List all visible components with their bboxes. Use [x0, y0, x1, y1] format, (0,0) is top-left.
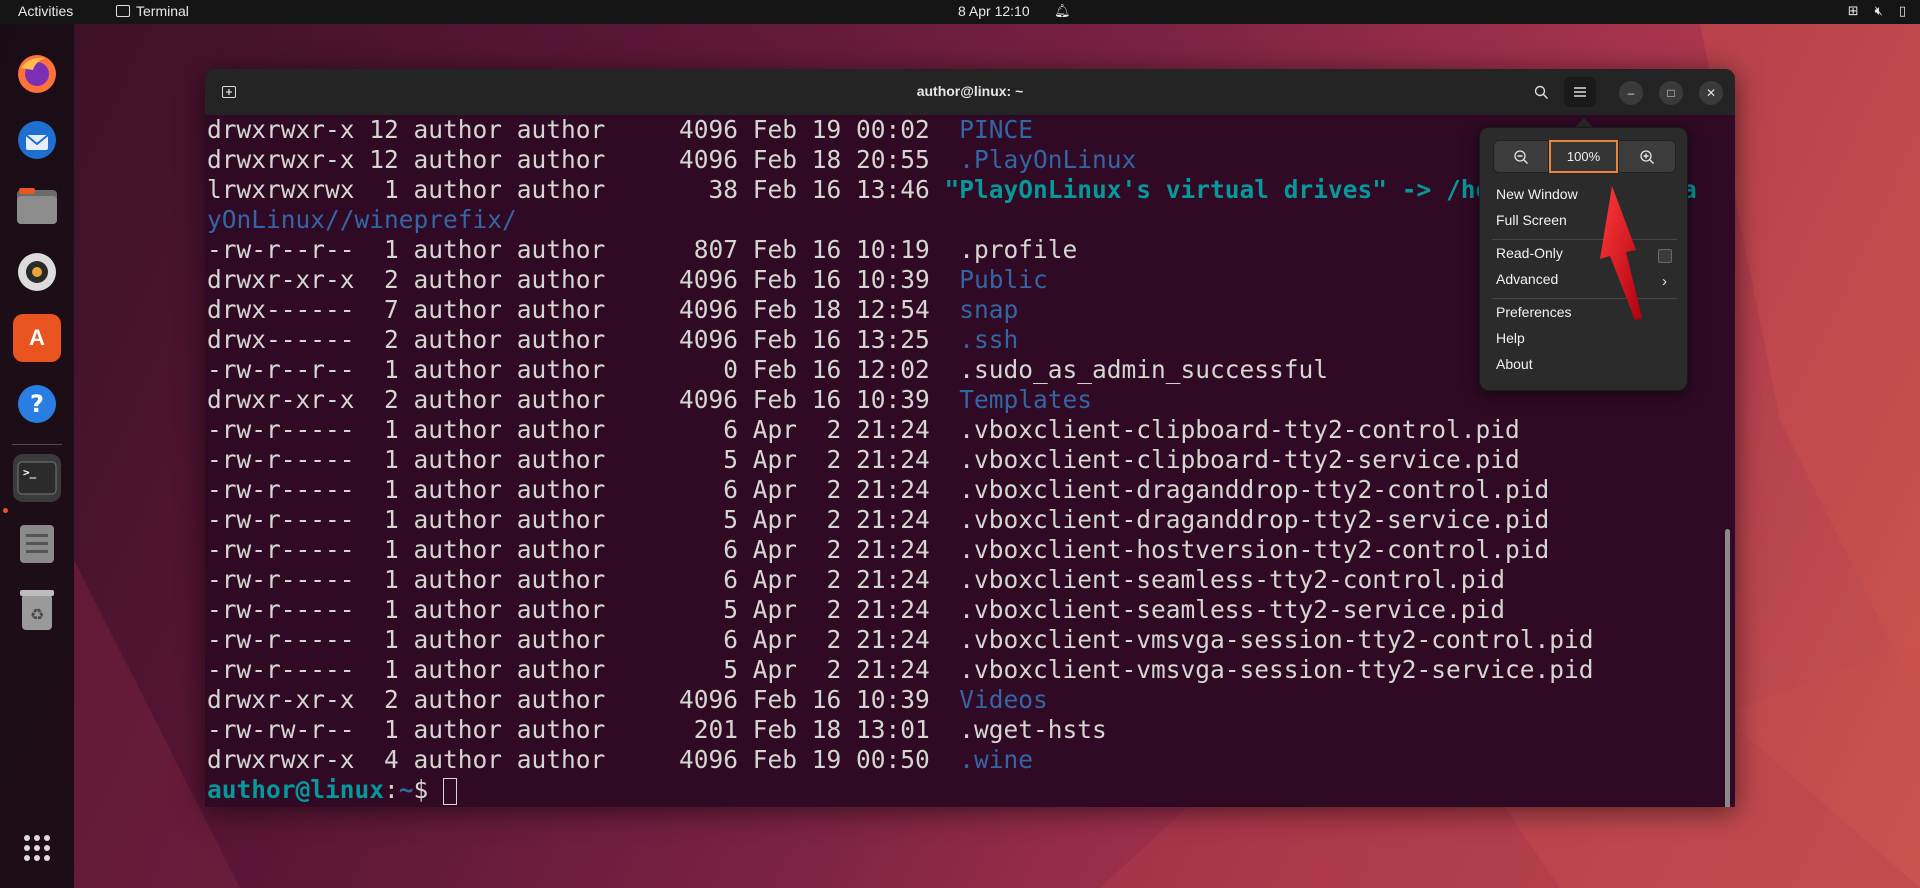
- annotation-arrow: [1600, 186, 1642, 320]
